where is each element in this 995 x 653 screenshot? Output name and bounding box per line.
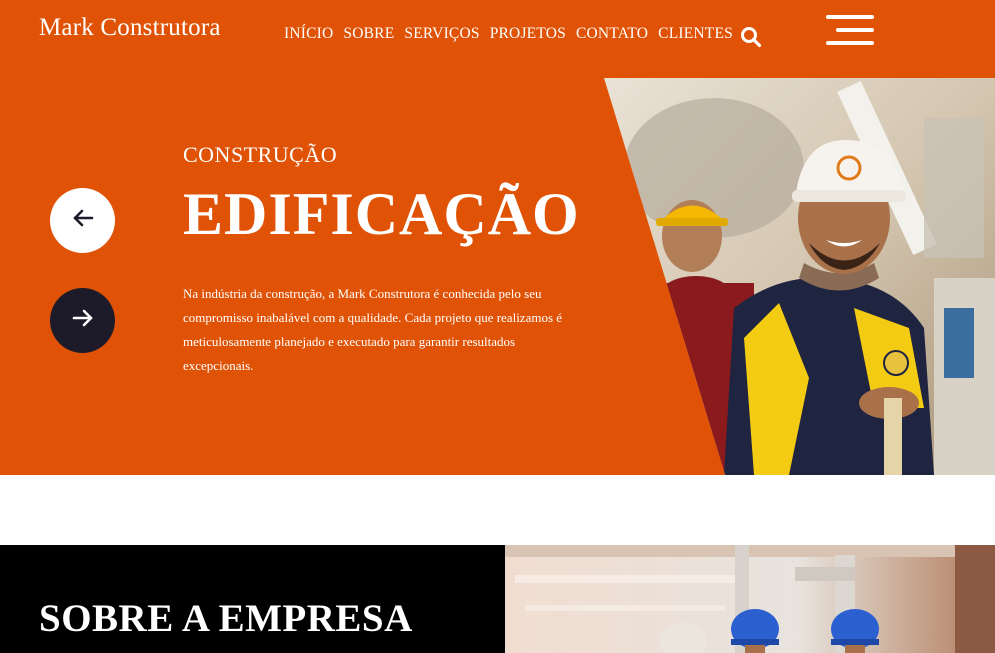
hamburger-menu-icon[interactable] bbox=[826, 15, 874, 47]
nav-item-clientes[interactable]: CLIENTES bbox=[658, 25, 733, 43]
nav-item-sobre[interactable]: SOBRE bbox=[343, 25, 394, 43]
nav-item-inicio[interactable]: INÍCIO bbox=[284, 25, 333, 43]
about-title: SOBRE A EMPRESA bbox=[39, 597, 413, 640]
nav-item-contato[interactable]: CONTATO bbox=[576, 25, 648, 43]
arrow-right-icon bbox=[72, 309, 94, 332]
nav-item-servicos[interactable]: SERVIÇOS bbox=[404, 25, 479, 43]
nav-item-projetos[interactable]: PROJETOS bbox=[490, 25, 566, 43]
hero-subtitle: CONSTRUÇÃO bbox=[183, 142, 338, 167]
site-logo[interactable]: Mark Construtora bbox=[39, 14, 221, 42]
slider-prev-button[interactable] bbox=[50, 188, 115, 253]
arrow-left-icon bbox=[72, 209, 94, 232]
slider-next-button[interactable] bbox=[50, 288, 115, 353]
about-image-team bbox=[505, 545, 995, 653]
hero-title: EDIFICAÇÃO bbox=[183, 181, 580, 247]
search-icon[interactable] bbox=[740, 26, 762, 48]
hero-description: Na indústria da construção, a Mark Const… bbox=[183, 286, 563, 373]
main-nav: INÍCIO SOBRE SERVIÇOS PROJETOS CONTATO C… bbox=[284, 25, 733, 43]
